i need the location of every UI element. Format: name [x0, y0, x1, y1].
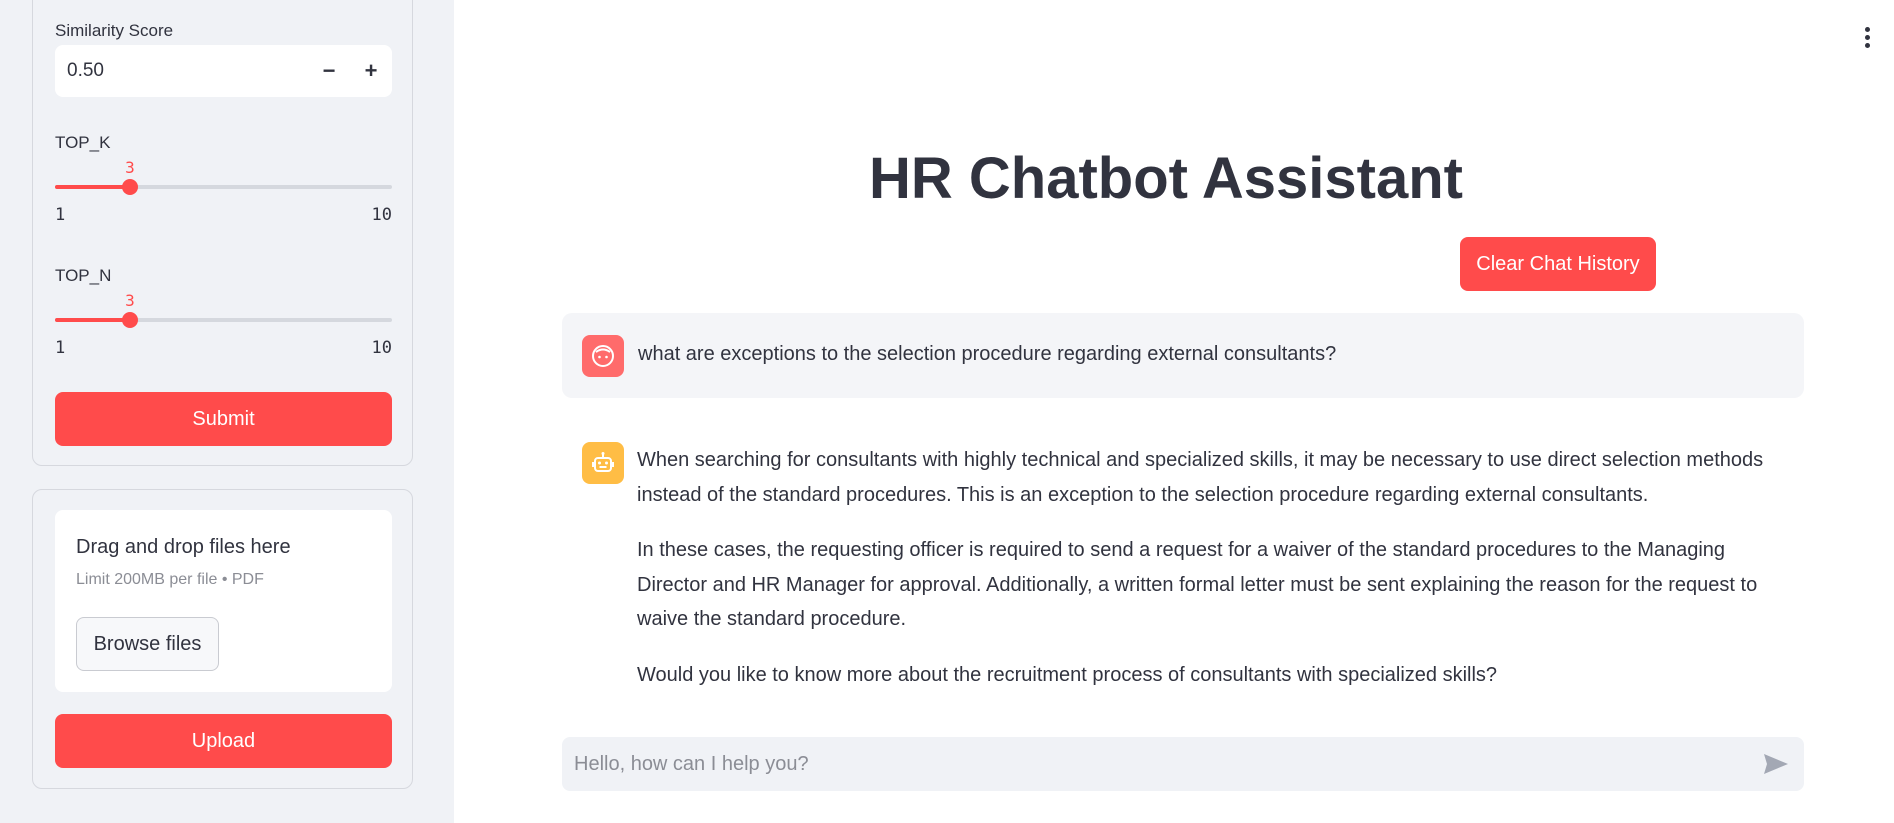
slider-thumb[interactable] — [122, 312, 138, 328]
upload-button[interactable]: Upload — [55, 714, 392, 768]
chat-input-bar — [562, 737, 1804, 791]
slider-fill — [55, 185, 130, 189]
assistant-message: When searching for consultants with high… — [637, 443, 1787, 713]
kebab-menu-icon[interactable] — [1862, 26, 1874, 48]
top-k-slider[interactable]: 3 1 10 — [55, 151, 392, 231]
face-icon — [582, 335, 624, 377]
assistant-paragraph: When searching for consultants with high… — [637, 449, 1764, 506]
slider-max-label: 10 — [371, 338, 392, 358]
dropzone-limit: Limit 200MB per file • PDF — [76, 571, 264, 588]
assistant-paragraph: Would you like to know more about the re… — [637, 663, 1498, 686]
increment-button[interactable]: + — [350, 45, 392, 97]
slider-min-label: 1 — [55, 205, 66, 225]
main-area: HR Chatbot Assistant Clear Chat History … — [454, 0, 1894, 823]
page-title: HR Chatbot Assistant — [869, 146, 1463, 211]
slider-min-label: 1 — [55, 338, 66, 358]
similarity-score-label: Similarity Score — [55, 21, 174, 40]
top-n-label: TOP_N — [55, 266, 112, 285]
upload-panel: Drag and drop files here Limit 200MB per… — [32, 489, 413, 789]
send-icon[interactable] — [1762, 752, 1790, 776]
user-message: what are exceptions to the selection pro… — [562, 313, 1804, 398]
robot-icon — [582, 442, 624, 484]
slider-thumb[interactable] — [122, 179, 138, 195]
decrement-button[interactable]: − — [308, 45, 350, 97]
slider-value: 3 — [125, 291, 135, 310]
browse-files-button[interactable]: Browse files — [76, 617, 219, 671]
similarity-score-value[interactable]: 0.50 — [67, 60, 104, 82]
dropzone-title: Drag and drop files here — [76, 536, 291, 558]
slider-max-label: 10 — [371, 205, 392, 225]
user-message-text: what are exceptions to the selection pro… — [638, 343, 1337, 365]
top-n-slider[interactable]: 3 1 10 — [55, 284, 392, 364]
assistant-paragraph: In these cases, the requesting officer i… — [637, 539, 1758, 630]
slider-fill — [55, 318, 130, 322]
settings-form: Similarity Score 0.50 − + TOP_K 3 1 10 T… — [32, 0, 413, 466]
submit-button[interactable]: Submit — [55, 392, 392, 446]
similarity-score-input[interactable]: 0.50 − + — [55, 45, 392, 97]
clear-chat-history-button[interactable]: Clear Chat History — [1460, 237, 1656, 291]
slider-value: 3 — [125, 158, 135, 177]
top-k-label: TOP_K — [55, 133, 111, 152]
file-dropzone[interactable]: Drag and drop files here Limit 200MB per… — [55, 510, 392, 692]
chat-input[interactable] — [562, 737, 1742, 791]
sidebar: Similarity Score 0.50 − + TOP_K 3 1 10 T… — [0, 0, 454, 823]
